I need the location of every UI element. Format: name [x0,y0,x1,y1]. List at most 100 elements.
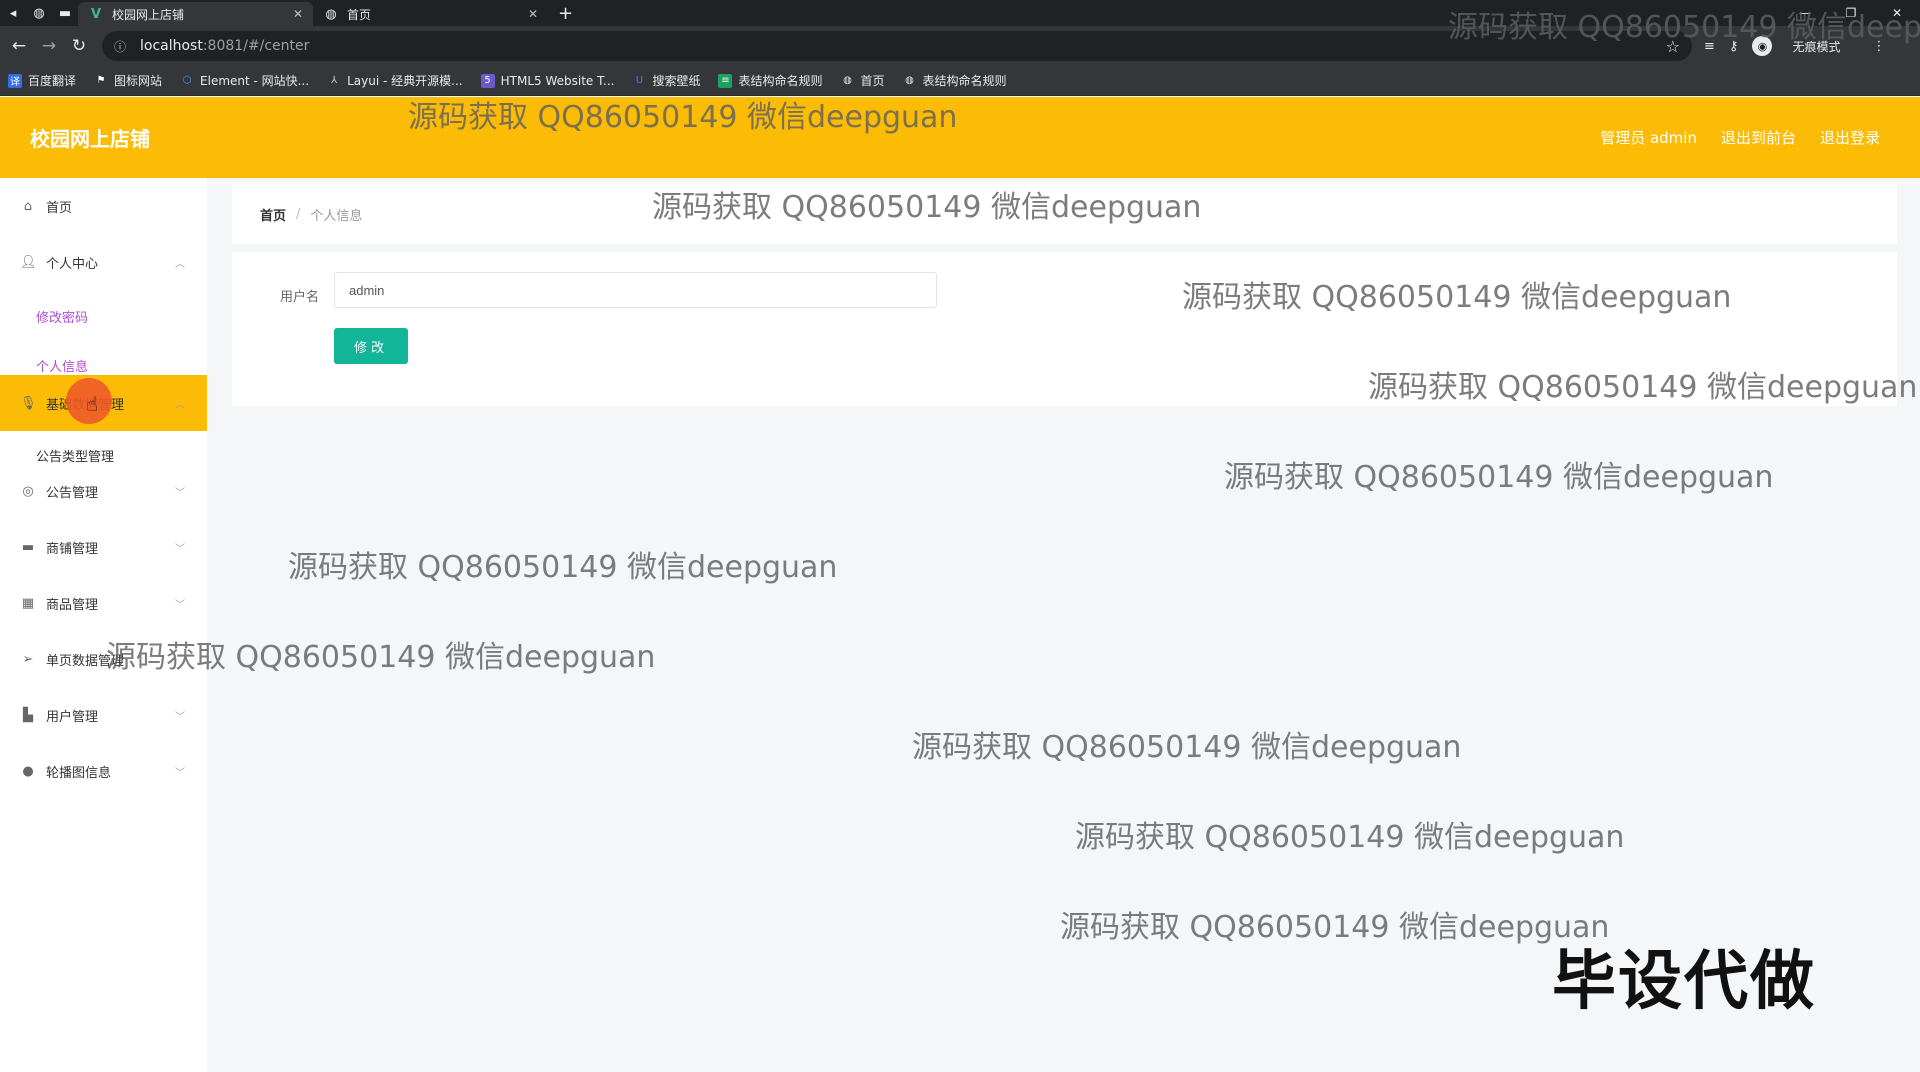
back-icon[interactable]: ← [4,36,34,56]
window-icon[interactable]: ▬ [52,0,78,26]
sidebar-item-home[interactable]: ⌂ 首页 [0,178,207,234]
breadcrumb-separator: / [296,206,301,222]
bookmark-item[interactable]: ◍ 首页 [840,72,884,89]
bookmark-item[interactable]: ⅄ Layui - 经典开源模... [327,72,463,89]
sidebar-subitem-personal-info[interactable]: 个人信息 [36,356,88,375]
info-icon[interactable]: ⓘ [114,38,132,55]
url-path: :8081/#/center [202,38,310,54]
logout-link[interactable]: 退出登录 [1820,127,1880,148]
watermark-text: 源码获取 QQ86050149 微信deepguan [106,640,656,675]
chevron-up-icon: ︿ [175,399,185,411]
watermark-text: 源码获取 QQ86050149 微信deepguan [1224,460,1774,495]
watermark-text: 源码获取 QQ86050149 微信deepguan [912,730,1462,765]
username-input[interactable] [334,272,937,308]
chevron-up-icon: ︿ [175,258,185,270]
briefcase-icon: ▙ [23,707,33,723]
back-to-front-link[interactable]: 退出到前台 [1721,127,1796,148]
watermark-text: 源码获取 QQ86050149 微信deepguan [1182,280,1732,315]
chevron-down-icon: ﹀ [175,487,185,499]
html5-logo-icon: 5 [480,73,495,88]
sidebar-item-personal-center[interactable]: 👤︎ 个人中心 ︿ [0,234,207,290]
home-icon: ⌂ [23,198,33,214]
sidebar-item-users[interactable]: ▙ 用户管理 ﹀ [0,687,207,743]
hand-cursor-icon: ☝ [86,392,99,416]
bookmark-label: 表结构命名规则 [922,74,1007,88]
sidebar-item-notice[interactable]: ◎ 公告管理 ﹀ [0,463,207,519]
wallpaper-icon: U [635,75,644,86]
bookmark-item[interactable]: ⬡ Element - 网站快... [180,72,309,89]
tab-title: 校园网上店铺 [112,7,185,22]
chevron-down-icon: ﹀ [175,599,185,611]
bookmarks-bar: 译百度翻译 ⚑ 图标网站 ⬡ Element - 网站快... ⅄ Layui - 经… [0,66,1920,96]
close-icon[interactable]: ✕ [293,7,303,21]
watermark-text: 源码获取 QQ86050149 微信deepguan [1060,910,1610,945]
chevron-down-icon: ﹀ [175,767,185,779]
bookmark-item[interactable]: 译百度翻译 [8,72,76,89]
element-logo-icon: ⬡ [182,75,192,86]
layui-logo-icon: ⅄ [331,75,338,86]
breadcrumb-current: 个人信息 [310,208,363,224]
bookmark-label: 搜索壁纸 [652,74,701,88]
translate-icon: 译 [8,73,22,88]
sidebar: ⌂ 首页 👤︎ 个人中心 ︿ 修改密码 个人信息 🎙︎ 基础数据管理 ︿ 公告类… [0,178,207,1072]
bookmark-item[interactable]: U 搜索壁纸 [632,72,701,89]
forward-icon[interactable]: → [34,36,64,56]
bookmark-label: Element - 网站快... [200,74,310,88]
browser-tab-inactive[interactable]: ◍ 首页 ✕ [313,2,548,26]
bookmark-label: 百度翻译 [28,74,77,88]
globe-icon[interactable]: ◍ [26,0,52,26]
sidebar-item-carousel[interactable]: ● 轮播图信息 ﹀ [0,743,207,799]
pin-icon: ● [22,763,34,779]
sidebar-item-goods[interactable]: ▦ 商品管理 ﹀ [0,575,207,631]
sidebar-item-label: 用户管理 [46,709,99,725]
watermark-text: 源码获取 QQ86050149 微信deepguan [408,100,958,135]
modify-button[interactable]: 修改 [334,328,408,364]
grid-icon: ▦ [21,595,35,611]
sidebar-item-label: 商铺管理 [46,541,99,557]
watermark-text: 源码获取 QQ86050149 微信deepguan [1075,820,1625,855]
corner-watermark: 毕设代做 [1552,945,1816,1019]
globe-icon: ◎ [22,483,34,499]
globe-icon: ◍ [905,75,914,86]
reload-icon[interactable]: ↻ [64,36,94,56]
mic-icon: 🎙︎ [20,395,37,411]
send-icon: ➢ [22,651,34,667]
tab-audio-icon[interactable]: ◂ [0,0,26,26]
user-icon: 👤︎ [20,254,37,270]
bookmark-label: HTML5 Website T... [500,73,615,88]
sidebar-item-shop[interactable]: ▬ 商铺管理 ﹀ [0,519,207,575]
bookmark-item[interactable]: 5 HTML5 Website T... [480,73,615,88]
sidebar-subitem-change-password[interactable]: 修改密码 [36,307,88,326]
vue-logo-icon: V [90,6,102,22]
watermark-text: 源码获取 QQ86050149 微信deepguan [652,190,1202,225]
sidebar-item-label: 个人中心 [46,256,99,272]
flag-icon: ⚑ [96,75,106,86]
bookmark-item[interactable]: ◍ 表结构命名规则 [903,72,1007,89]
bookmark-label: 表结构命名规则 [738,74,823,88]
chevron-down-icon: ﹀ [175,711,185,723]
chat-icon: ▬ [21,539,35,555]
chevron-down-icon: ﹀ [175,543,185,555]
bookmark-item[interactable]: ⚑ 图标网站 [94,72,163,89]
app-header: 校园网上店铺 管理员 admin 退出到前台 退出登录 [0,97,1920,178]
sidebar-item-label: 公告管理 [46,485,99,501]
url-host: localhost [140,38,203,54]
tab-title: 首页 [347,7,372,22]
sidebar-item-label: 商品管理 [46,597,99,613]
globe-icon: ◍ [325,6,337,22]
sheet-icon: ≡ [718,73,733,88]
watermark-text: 源码获取 QQ86050149 微信deepg [1448,10,1920,45]
header-links: 管理员 admin 退出到前台 退出登录 [1600,127,1880,148]
browser-tab-active[interactable]: V 校园网上店铺 ✕ [78,2,313,26]
bookmark-label: 图标网站 [114,74,163,88]
globe-icon: ◍ [843,75,852,86]
new-tab-button[interactable]: + [548,3,583,24]
breadcrumb-home[interactable]: 首页 [260,205,286,224]
close-icon[interactable]: ✕ [528,7,538,21]
admin-user-label: 管理员 admin [1600,129,1697,147]
bookmark-item[interactable]: ≡ 表结构命名规则 [718,72,822,89]
sidebar-item-label: 轮播图信息 [46,765,112,781]
bookmark-label: 首页 [860,74,885,88]
bookmark-label: Layui - 经典开源模... [347,74,463,88]
sidebar-item-label: 首页 [46,200,73,216]
